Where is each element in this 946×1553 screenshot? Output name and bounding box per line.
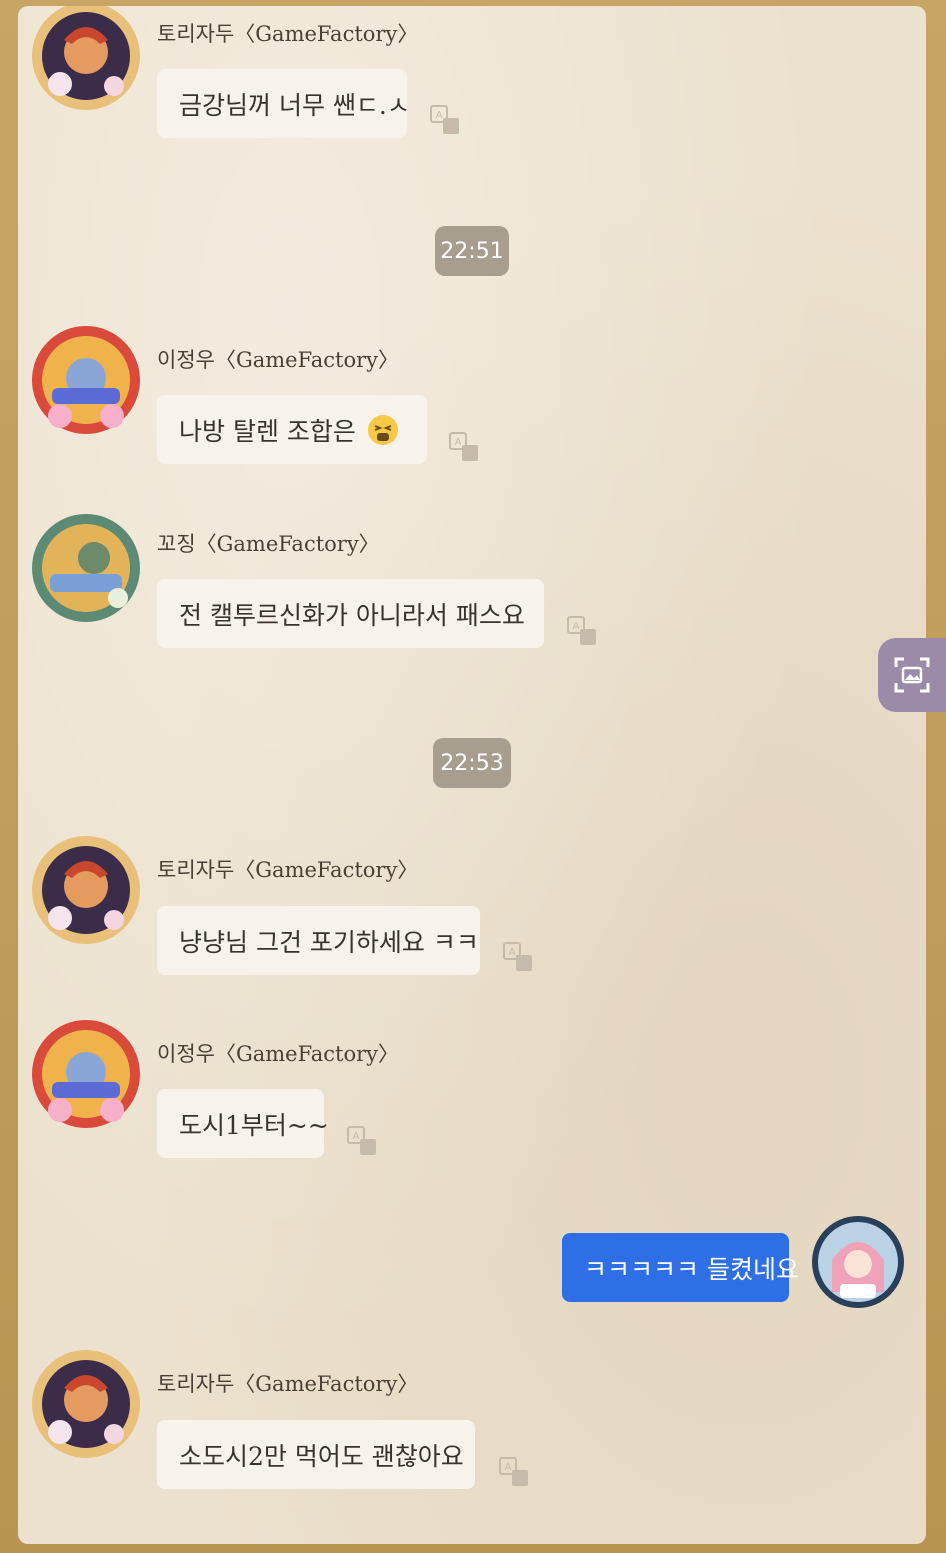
message-text: 나방 탈렌 조합은 xyxy=(179,416,356,446)
translate-icon[interactable]: A xyxy=(448,431,482,465)
sender-name: 이정우〈GameFactory〉 xyxy=(157,1042,400,1066)
sender-name: 꼬징〈GameFactory〉 xyxy=(157,532,380,556)
sender-avatar[interactable] xyxy=(30,324,142,436)
message-bubble[interactable]: 냥냥님 그건 포기하세요 ㅋㅋ xyxy=(157,906,480,975)
own-message-bubble[interactable]: ㅋㅋㅋㅋㅋ 들켰네요 xyxy=(562,1233,799,1302)
sender-name: 토리자두〈GameFactory〉 xyxy=(157,1372,419,1396)
translate-icon[interactable]: A xyxy=(502,941,536,975)
time-separator: 22:51 xyxy=(435,226,509,276)
sender-avatar[interactable] xyxy=(30,1348,142,1460)
message-bubble[interactable]: 소도시2만 먹어도 괜찮아요 xyxy=(157,1420,475,1489)
message-bubble[interactable]: 도시1부터~~ xyxy=(157,1089,329,1158)
tired-face-emoji xyxy=(367,414,398,445)
svg-text:A: A xyxy=(505,1462,512,1473)
sender-avatar[interactable] xyxy=(30,512,142,624)
svg-text:A: A xyxy=(353,1131,360,1142)
screen-capture-icon xyxy=(894,657,930,693)
message-bubble[interactable]: 나방 탈렌 조합은 xyxy=(157,395,427,464)
translate-icon[interactable]: A xyxy=(498,1456,532,1490)
translate-icon[interactable]: A xyxy=(566,615,600,649)
sender-avatar[interactable] xyxy=(30,1018,142,1130)
translate-icon[interactable]: A xyxy=(429,104,463,138)
svg-text:A: A xyxy=(455,437,462,448)
sender-name: 토리자두〈GameFactory〉 xyxy=(157,22,419,46)
message-bubble[interactable]: 전 캘투르신화가 아니라서 패스요 xyxy=(157,579,544,648)
my-avatar[interactable] xyxy=(810,1214,906,1310)
svg-text:A: A xyxy=(573,621,580,632)
screen-capture-button[interactable] xyxy=(878,638,946,712)
svg-text:A: A xyxy=(436,110,443,121)
sender-avatar[interactable] xyxy=(30,834,142,946)
sender-name: 토리자두〈GameFactory〉 xyxy=(157,858,419,882)
message-bubble[interactable]: 금강님꺼 너무 쌘ㄷ.ㅅ xyxy=(157,69,410,138)
sender-name: 이정우〈GameFactory〉 xyxy=(157,348,400,372)
sender-avatar[interactable] xyxy=(30,6,142,112)
chat-panel[interactable]: 토리자두〈GameFactory〉 금강님꺼 너무 쌘ㄷ.ㅅ A 22:51 이… xyxy=(18,6,926,1544)
time-separator: 22:53 xyxy=(433,738,511,788)
svg-text:A: A xyxy=(509,947,516,958)
translate-icon[interactable]: A xyxy=(346,1125,380,1159)
